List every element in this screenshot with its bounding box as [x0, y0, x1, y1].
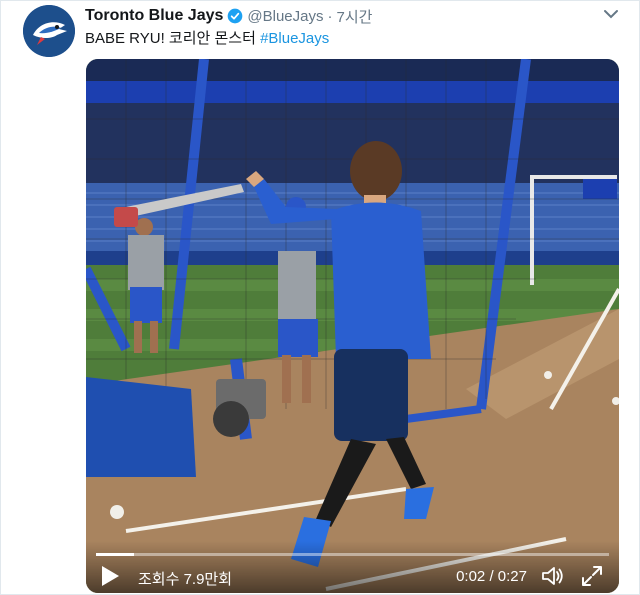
video-controls: 조회수 7.9만회 0:02 / 0:27: [86, 541, 619, 593]
video-player[interactable]: 조회수 7.9만회 0:02 / 0:27: [86, 59, 619, 593]
display-name[interactable]: Toronto Blue Jays: [85, 7, 223, 25]
tweet-text: BABE RYU! 코리안 몬스터 #BlueJays: [85, 27, 329, 48]
play-icon[interactable]: [100, 565, 120, 587]
current-time: 0:02: [456, 568, 486, 585]
fullscreen-icon[interactable]: [581, 565, 603, 587]
progress-fill: [96, 553, 134, 556]
volume-icon[interactable]: [541, 565, 565, 587]
tweet-text-main: BABE RYU! 코리안 몬스터: [85, 30, 261, 47]
separator-dot: ·: [327, 7, 333, 25]
blue-jays-logo-icon: [23, 5, 75, 57]
view-count: 조회수 7.9만회: [138, 571, 233, 588]
tweet-card[interactable]: Toronto Blue Jays @BlueJays · 7시간 BABE R…: [0, 0, 640, 595]
timestamp[interactable]: 7시간: [336, 6, 372, 27]
progress-bar[interactable]: [96, 553, 609, 556]
duration: 0:27: [497, 568, 527, 585]
chevron-down-icon[interactable]: [603, 7, 619, 21]
verified-badge-icon: [228, 8, 243, 24]
time-separator: /: [485, 568, 498, 585]
hashtag-link[interactable]: #BlueJays: [260, 30, 329, 47]
video-frame: [86, 59, 619, 593]
user-handle[interactable]: @BlueJays: [247, 8, 323, 25]
timecode: 0:02 / 0:27: [456, 568, 527, 585]
tweet-header: Toronto Blue Jays @BlueJays · 7시간: [85, 5, 372, 27]
avatar[interactable]: [23, 5, 75, 57]
